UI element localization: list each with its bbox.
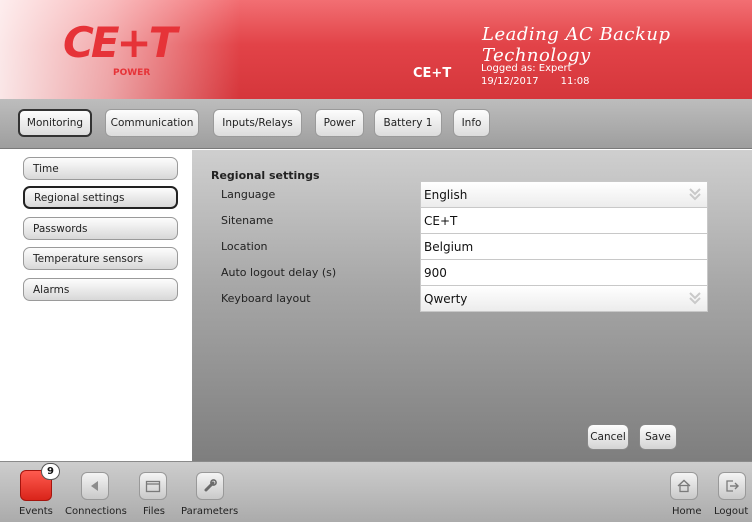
tab-power[interactable]: Power bbox=[315, 109, 364, 137]
sidebar-item-regional-settings[interactable]: Regional settings bbox=[23, 186, 178, 209]
auto-logout-label: Auto logout delay (s) bbox=[221, 266, 337, 279]
tab-inputs-relays[interactable]: Inputs/Relays bbox=[213, 109, 302, 137]
wrench-icon[interactable] bbox=[196, 472, 224, 500]
keyboard-layout-value: Qwerty bbox=[424, 291, 468, 306]
tab-monitoring[interactable]: Monitoring bbox=[18, 109, 92, 137]
save-button[interactable]: Save bbox=[639, 424, 677, 450]
logout-icon[interactable] bbox=[718, 472, 746, 500]
language-label: Language bbox=[221, 188, 276, 201]
sitename-field[interactable]: CE+T bbox=[420, 207, 708, 234]
logged-as-label: Logged as: Expert bbox=[481, 63, 572, 74]
events-label: Events bbox=[19, 506, 53, 517]
language-value: English bbox=[424, 187, 468, 202]
sidebar-item-alarms[interactable]: Alarms bbox=[23, 278, 178, 301]
sitename-label: Sitename bbox=[221, 214, 274, 227]
folder-icon[interactable] bbox=[139, 472, 167, 500]
sidebar-item-passwords[interactable]: Passwords bbox=[23, 217, 178, 240]
main-tab-bar: Monitoring Communication Inputs/Relays P… bbox=[0, 99, 752, 149]
sidebar-item-time[interactable]: Time bbox=[23, 157, 178, 180]
location-label: Location bbox=[221, 240, 268, 253]
keyboard-layout-label: Keyboard layout bbox=[221, 292, 311, 305]
play-arrow-icon[interactable] bbox=[81, 472, 109, 500]
tab-info[interactable]: Info bbox=[453, 109, 490, 137]
settings-panel: Regional settings Language English Siten… bbox=[192, 150, 752, 461]
events-count-badge: 9 bbox=[41, 463, 60, 480]
brand-name: CE+T bbox=[413, 66, 452, 81]
home-icon[interactable] bbox=[670, 472, 698, 500]
language-select[interactable]: English bbox=[420, 181, 708, 208]
sidebar-item-temperature-sensors[interactable]: Temperature sensors bbox=[23, 247, 178, 270]
login-info: Logged as: Expert 19/12/2017 11:08 bbox=[481, 62, 589, 88]
company-logo: CE+T POWER bbox=[63, 18, 177, 80]
files-label: Files bbox=[143, 506, 165, 517]
sidebar: Time Regional settings Passwords Tempera… bbox=[0, 150, 192, 461]
auto-logout-field[interactable]: 900 bbox=[420, 259, 708, 286]
parameters-label: Parameters bbox=[181, 506, 239, 517]
tab-battery-1[interactable]: Battery 1 bbox=[374, 109, 442, 137]
header-tagline: Leading AC Backup Technology bbox=[482, 24, 671, 66]
current-date: 19/12/2017 bbox=[481, 76, 539, 87]
bottom-toolbar: Events Connections Files Parameters Home… bbox=[0, 461, 752, 522]
logo-text: CE+T bbox=[63, 18, 177, 67]
current-time: 11:08 bbox=[560, 76, 590, 87]
tab-communication[interactable]: Communication bbox=[105, 109, 199, 137]
chevron-down-icon bbox=[689, 188, 701, 201]
chevron-down-icon bbox=[689, 292, 701, 305]
logo-subtitle: POWER bbox=[113, 68, 151, 78]
location-field[interactable]: Belgium bbox=[420, 233, 708, 260]
app-header: CE+T POWER Leading AC Backup Technology … bbox=[0, 0, 752, 99]
section-title: Regional settings bbox=[211, 169, 320, 182]
home-label: Home bbox=[672, 506, 702, 517]
logout-label: Logout bbox=[714, 506, 749, 517]
connections-label: Connections bbox=[65, 506, 127, 517]
keyboard-layout-select[interactable]: Qwerty bbox=[420, 285, 708, 312]
cancel-button[interactable]: Cancel bbox=[587, 424, 629, 450]
